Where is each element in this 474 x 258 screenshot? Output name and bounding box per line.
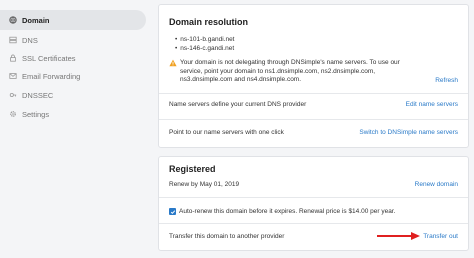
refresh-link[interactable]: Refresh xyxy=(435,77,458,84)
sidebar-item-domain[interactable]: Domain xyxy=(0,10,146,30)
renew-text: Renew by May 01, 2019 xyxy=(169,181,240,188)
nameserver-item: ns-146-c.gandi.net xyxy=(175,44,235,53)
switch-name-servers-link[interactable]: Switch to DNSimple name servers xyxy=(359,129,458,136)
dns-icon xyxy=(8,36,17,45)
registered-card: Registered Renew by May 01, 2019 Renew d… xyxy=(158,156,469,251)
card-title: Registered xyxy=(169,164,216,174)
sidebar-item-dns[interactable]: DNS xyxy=(0,30,148,50)
divider xyxy=(159,223,468,224)
ns-row-text: Name servers define your current DNS pro… xyxy=(169,101,307,108)
key-icon xyxy=(8,91,17,100)
divider xyxy=(159,197,468,198)
transfer-out-link[interactable]: Transfer out xyxy=(423,233,458,240)
red-arrow-icon xyxy=(377,232,420,240)
nameserver-list: ns-101-b.gandi.net ns-146-c.gandi.net xyxy=(175,35,235,53)
delegation-warning: Your domain is not delegating through DN… xyxy=(169,59,409,85)
sidebar-item-label: Domain xyxy=(22,15,50,25)
mail-icon xyxy=(8,72,17,81)
transfer-text: Transfer this domain to another provider xyxy=(169,233,285,240)
warning-icon xyxy=(169,59,177,67)
divider xyxy=(159,119,468,120)
sidebar-item-ssl[interactable]: SSL Certificates xyxy=(0,48,148,68)
sidebar-item-settings[interactable]: Settings xyxy=(0,104,148,124)
divider xyxy=(159,93,468,94)
renew-domain-link[interactable]: Renew domain xyxy=(415,181,458,188)
sidebar-item-label: DNS xyxy=(22,35,38,45)
sidebar-item-email-forwarding[interactable]: Email Forwarding xyxy=(0,66,148,86)
card-title: Domain resolution xyxy=(169,17,249,27)
sidebar-item-label: Email Forwarding xyxy=(22,71,81,81)
point-row-text: Point to our name servers with one click xyxy=(169,129,284,136)
lock-icon xyxy=(8,54,17,63)
warning-text: Your domain is not delegating through DN… xyxy=(180,59,400,83)
sidebar-item-label: SSL Certificates xyxy=(22,53,76,63)
autorenew-checkbox[interactable] xyxy=(169,208,176,215)
sidebar-item-label: Settings xyxy=(22,109,50,119)
sidebar-item-dnssec[interactable]: DNSSEC xyxy=(0,85,148,105)
domain-resolution-card: Domain resolution ns-101-b.gandi.net ns-… xyxy=(158,4,469,148)
sidebar: Domain DNS SSL Certificates Email Forwar… xyxy=(0,0,150,258)
edit-name-servers-link[interactable]: Edit name servers xyxy=(406,101,458,108)
sidebar-item-label: DNSSEC xyxy=(22,90,54,100)
gear-icon xyxy=(8,110,17,119)
nameserver-item: ns-101-b.gandi.net xyxy=(175,35,234,44)
globe-icon xyxy=(8,16,17,25)
autorenew-text: Auto-renew this domain before it expires… xyxy=(179,208,396,215)
check-icon xyxy=(170,209,175,214)
